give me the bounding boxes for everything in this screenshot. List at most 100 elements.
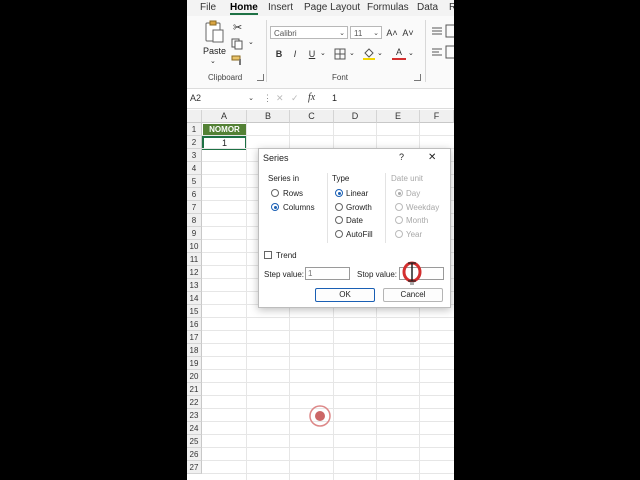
row-header[interactable]: 24 bbox=[187, 422, 202, 435]
name-box[interactable]: A2 ⌄ bbox=[190, 92, 258, 105]
row-header[interactable]: 12 bbox=[187, 266, 202, 279]
column-header[interactable]: C bbox=[290, 110, 334, 123]
font-name-combo[interactable]: Calibri ⌄ bbox=[270, 26, 348, 39]
column-header[interactable]: E bbox=[377, 110, 420, 123]
clipboard-launcher-icon[interactable] bbox=[257, 74, 264, 81]
copy-icon[interactable] bbox=[231, 38, 245, 50]
row-header[interactable]: 17 bbox=[187, 331, 202, 344]
underline-button[interactable]: U bbox=[305, 47, 319, 61]
step-value-input[interactable]: 1 bbox=[305, 267, 350, 280]
borders-icon[interactable] bbox=[334, 48, 348, 60]
ok-button[interactable]: OK bbox=[315, 288, 375, 302]
row-header[interactable]: 5 bbox=[187, 175, 202, 188]
row-header[interactable]: 19 bbox=[187, 357, 202, 370]
font-color-dropdown-icon[interactable]: ⌄ bbox=[408, 49, 414, 57]
radio-autofill-label[interactable]: AutoFill bbox=[346, 230, 373, 239]
fill-color-icon[interactable] bbox=[362, 47, 376, 61]
formula-input[interactable]: 1 bbox=[332, 93, 337, 103]
row-header[interactable]: 10 bbox=[187, 240, 202, 253]
radio-linear[interactable] bbox=[335, 189, 343, 197]
grow-font-button[interactable]: A˄ bbox=[385, 26, 399, 40]
copy-dropdown-icon[interactable]: ⌄ bbox=[248, 38, 254, 46]
italic-button[interactable]: I bbox=[288, 47, 302, 61]
row-header[interactable]: 20 bbox=[187, 370, 202, 383]
paste-dropdown-icon: ⌄ bbox=[210, 58, 216, 65]
radio-date[interactable] bbox=[335, 216, 343, 224]
chevron-down-icon: ⌄ bbox=[248, 95, 254, 102]
row-header[interactable]: 11 bbox=[187, 253, 202, 266]
shrink-font-button[interactable]: A˅ bbox=[401, 26, 415, 40]
row-header[interactable]: 25 bbox=[187, 435, 202, 448]
row-header[interactable]: 13 bbox=[187, 279, 202, 292]
radio-date-label[interactable]: Date bbox=[346, 216, 363, 225]
row-header[interactable]: 2 bbox=[187, 136, 202, 149]
date-unit-label: Date unit bbox=[391, 174, 424, 183]
close-icon[interactable]: ✕ bbox=[428, 152, 436, 163]
radio-linear-label[interactable]: Linear bbox=[346, 189, 368, 198]
row-header[interactable]: 14 bbox=[187, 292, 202, 305]
cut-icon[interactable]: ✂ bbox=[233, 21, 242, 34]
align-left-icon[interactable] bbox=[431, 47, 443, 57]
radio-columns-label[interactable]: Columns bbox=[283, 203, 315, 212]
column-header[interactable]: A bbox=[202, 110, 247, 123]
column-header[interactable]: F bbox=[420, 110, 454, 123]
radio-rows-label[interactable]: Rows bbox=[283, 189, 303, 198]
radio-autofill[interactable] bbox=[335, 230, 343, 238]
tab-formulas[interactable]: Formulas bbox=[367, 2, 409, 13]
tab-page-layout[interactable]: Page Layout bbox=[304, 2, 360, 13]
row-header[interactable]: 16 bbox=[187, 318, 202, 331]
radio-growth[interactable] bbox=[335, 203, 343, 211]
font-launcher-icon[interactable] bbox=[414, 74, 421, 81]
row-header[interactable]: 15 bbox=[187, 305, 202, 318]
grid-line bbox=[202, 317, 454, 318]
merge-icon[interactable] bbox=[445, 45, 454, 59]
column-header[interactable]: B bbox=[247, 110, 290, 123]
row-header[interactable]: 26 bbox=[187, 448, 202, 461]
formula-bar: A2 ⌄ ⋮ ✕ ✓ fx 1 bbox=[187, 90, 454, 109]
row-header[interactable]: 27 bbox=[187, 461, 202, 474]
font-color-button[interactable]: A bbox=[392, 47, 406, 60]
select-all-corner[interactable] bbox=[187, 110, 202, 123]
column-header[interactable]: D bbox=[334, 110, 377, 123]
more-options-icon[interactable]: ⋮ bbox=[263, 93, 272, 104]
tab-home[interactable]: Home bbox=[230, 2, 258, 15]
row-header[interactable]: 23 bbox=[187, 409, 202, 422]
bold-button[interactable]: B bbox=[272, 47, 286, 61]
fill-color-dropdown-icon[interactable]: ⌄ bbox=[377, 49, 383, 57]
format-painter-icon[interactable] bbox=[231, 54, 245, 66]
tab-more[interactable]: R bbox=[449, 2, 454, 13]
tab-insert[interactable]: Insert bbox=[268, 2, 293, 13]
row-header[interactable]: 9 bbox=[187, 227, 202, 240]
row-header[interactable]: 1 bbox=[187, 123, 202, 136]
cancel-entry-icon[interactable]: ✕ bbox=[276, 93, 284, 104]
row-header[interactable]: 7 bbox=[187, 201, 202, 214]
underline-dropdown-icon[interactable]: ⌄ bbox=[320, 49, 326, 57]
row-header[interactable]: 21 bbox=[187, 383, 202, 396]
insert-function-icon[interactable]: fx bbox=[308, 92, 315, 103]
radio-growth-label[interactable]: Growth bbox=[346, 203, 372, 212]
ribbon-tabs: File Home Insert Page Layout Formulas Da… bbox=[187, 0, 454, 16]
row-header[interactable]: 18 bbox=[187, 344, 202, 357]
wrap-text-icon[interactable] bbox=[445, 24, 454, 38]
tab-file[interactable]: File bbox=[200, 2, 216, 13]
align-top-icon[interactable] bbox=[431, 26, 443, 36]
row-header[interactable]: 4 bbox=[187, 162, 202, 175]
radio-weekday-label: Weekday bbox=[406, 203, 440, 212]
paste-button[interactable]: Paste ⌄ bbox=[201, 20, 229, 66]
row-header[interactable]: 3 bbox=[187, 149, 202, 162]
grid-line bbox=[202, 356, 454, 357]
help-button[interactable]: ? bbox=[399, 152, 404, 162]
tab-data[interactable]: Data bbox=[417, 2, 438, 13]
confirm-entry-icon[interactable]: ✓ bbox=[291, 93, 299, 104]
row-header[interactable]: 8 bbox=[187, 214, 202, 227]
radio-columns[interactable] bbox=[271, 203, 279, 211]
row-header[interactable]: 6 bbox=[187, 188, 202, 201]
trend-checkbox[interactable] bbox=[264, 251, 272, 259]
borders-dropdown-icon[interactable]: ⌄ bbox=[349, 49, 355, 57]
font-size-combo[interactable]: 11 ⌄ bbox=[350, 26, 382, 39]
cancel-button[interactable]: Cancel bbox=[383, 288, 443, 302]
grid-line bbox=[202, 395, 454, 396]
radio-rows[interactable] bbox=[271, 189, 279, 197]
trend-label[interactable]: Trend bbox=[276, 251, 297, 260]
row-header[interactable]: 22 bbox=[187, 396, 202, 409]
